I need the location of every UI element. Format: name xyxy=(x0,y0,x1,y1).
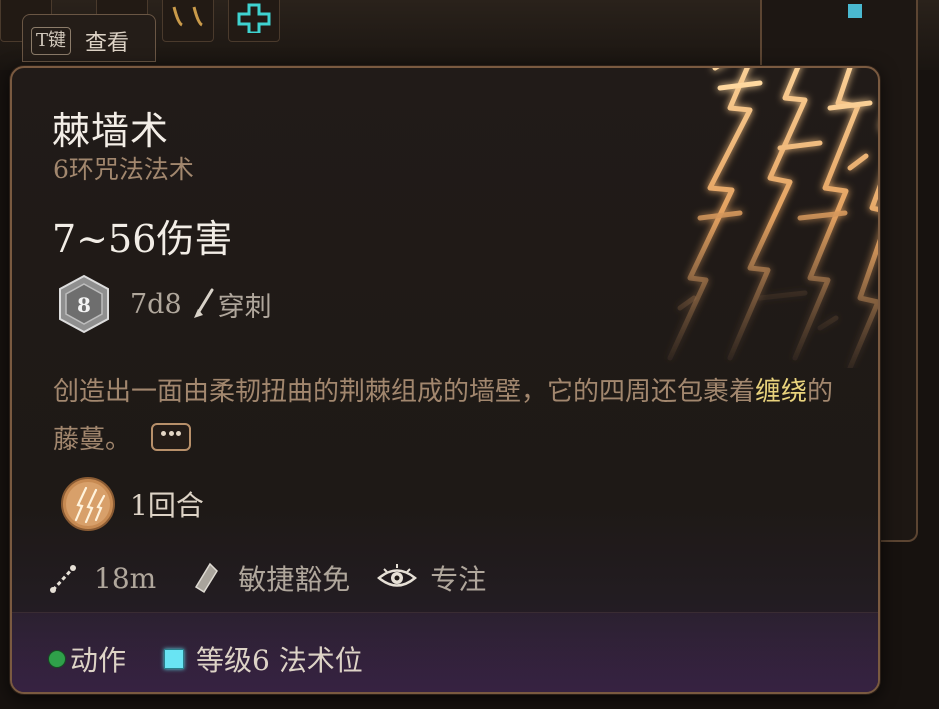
spell-slot-icon xyxy=(164,649,184,669)
action-cost: 动作 xyxy=(48,639,126,679)
action-dot-icon xyxy=(48,650,66,668)
d8-dice-icon: 8 xyxy=(59,274,109,334)
duration-text: 1回合 xyxy=(130,489,204,522)
eye-concentration-icon xyxy=(377,564,418,587)
examine-key-hint[interactable]: T键 查看 xyxy=(22,14,156,62)
damage-range: 7~56伤害 xyxy=(52,217,233,261)
dice-face-label: 8 xyxy=(77,293,91,317)
ellipsis-dot xyxy=(176,431,182,436)
spell-slot-cost: 等级6 法术位 xyxy=(164,639,363,679)
ellipsis-more-icon xyxy=(161,431,167,436)
shield-save-icon xyxy=(195,562,219,594)
ellipsis-dot xyxy=(168,431,174,436)
duration-row: 1回合 xyxy=(60,476,204,532)
key-badge: T键 xyxy=(31,27,72,55)
key-hint-label: 查看 xyxy=(85,31,130,56)
hotbar-slot[interactable] xyxy=(162,0,214,42)
spell-name: 棘墙术 xyxy=(52,109,170,153)
heal-cross-icon xyxy=(237,3,271,33)
damage-type: 穿刺 xyxy=(217,291,272,323)
wall-of-thorns-art-icon xyxy=(667,68,878,368)
dice-notation: 7d8 xyxy=(130,288,182,320)
spell-stats-row: 18m 敏捷豁免 专注 xyxy=(48,558,486,598)
concentration-text: 专注 xyxy=(430,563,487,596)
spell-slot-label: 等级6 法术位 xyxy=(196,644,363,677)
tooltip-footer: 动作 等级6 法术位 xyxy=(12,612,878,692)
saving-throw-text: 敏捷豁免 xyxy=(238,563,351,596)
arrow-pierce-icon xyxy=(193,288,214,318)
hotbar-slot[interactable] xyxy=(228,0,280,42)
expand-description-button[interactable] xyxy=(151,423,192,451)
range-text: 18m xyxy=(94,561,157,595)
range-line-icon xyxy=(50,565,76,593)
damage-dice-row: 8 7d8 穿刺 xyxy=(56,272,272,336)
description-text: 创造出一面由柔韧扭曲的荆棘组成的墙壁，它的四周还包裹着 xyxy=(53,377,756,407)
action-label: 动作 xyxy=(70,644,127,677)
thorn-turn-icon xyxy=(61,477,115,531)
spell-slot-marker-icon xyxy=(848,4,862,18)
spell-tooltip: 棘墙术 6环咒法法术 7~56伤害 8 7d8 穿刺 创造出一面由柔韧扭曲的荆棘… xyxy=(10,66,880,694)
spell-description: 创造出一面由柔韧扭曲的荆棘组成的墙壁，它的四周还包裹着缠绕的藤蔓。 xyxy=(53,368,843,464)
spell-level-school: 6环咒法法术 xyxy=(53,155,194,184)
goblet-icon xyxy=(172,6,203,27)
description-keyword-entangle[interactable]: 缠绕 xyxy=(755,377,807,407)
